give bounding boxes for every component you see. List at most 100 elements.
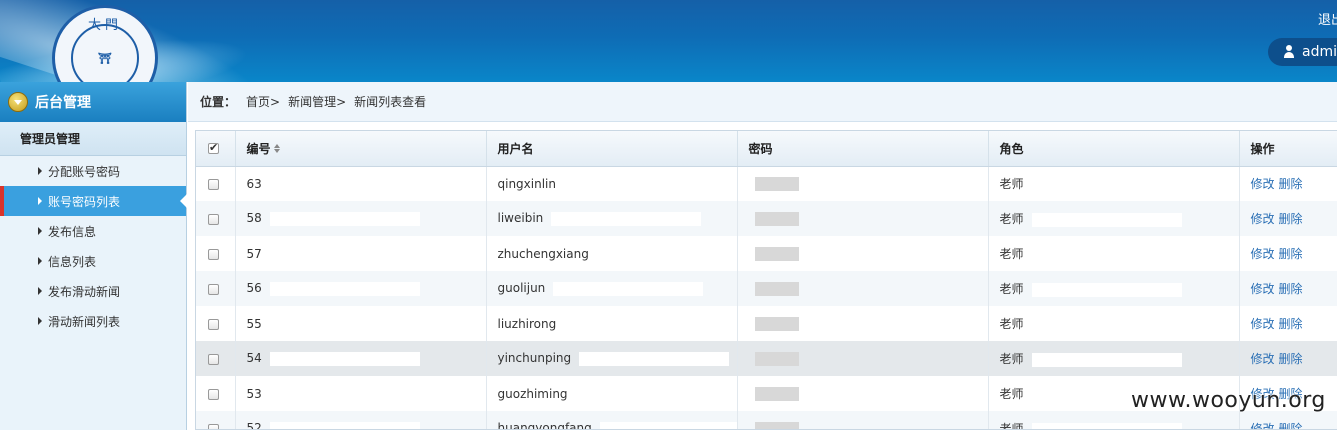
caret-right-icon	[38, 287, 42, 295]
sidebar-header[interactable]: 后台管理	[0, 82, 186, 122]
row-checkbox[interactable]	[208, 423, 219, 429]
row-checkbox[interactable]	[208, 213, 219, 225]
row-checkbox[interactable]	[208, 178, 219, 190]
username-cell: qingxinlin	[486, 166, 738, 201]
username-label: admin	[1302, 44, 1337, 60]
table-row[interactable]: 63 qingxinlin 老师 修改 删除	[196, 166, 1337, 201]
role-cell: 老师	[988, 236, 1240, 271]
id-value: 55	[246, 316, 262, 331]
id-value: 52	[246, 421, 262, 430]
password-cell	[737, 236, 989, 271]
delete-link[interactable]: 删除	[1279, 352, 1303, 366]
sidebar-item[interactable]: 信息列表	[0, 246, 186, 276]
username-cell: liuzhirong	[486, 306, 738, 341]
edit-link[interactable]: 修改	[1251, 352, 1275, 366]
sidebar-group-admin[interactable]: 管理员管理	[0, 122, 186, 156]
table-row[interactable]: 56 guolijun 老师 修改 删除	[196, 271, 1337, 306]
delete-link[interactable]: 删除	[1279, 212, 1303, 226]
password-cell	[737, 166, 989, 201]
actions-cell: 修改 删除	[1239, 411, 1337, 429]
username-cell: yinchunping	[486, 341, 738, 376]
select-all-checkbox[interactable]	[208, 141, 219, 155]
sidebar-item[interactable]: 滑动新闻列表	[0, 306, 186, 336]
breadcrumb-news-admin[interactable]: 新闻管理>	[288, 93, 346, 110]
username-cell: guozhiming	[486, 376, 738, 411]
password-redacted	[754, 351, 799, 366]
delete-link[interactable]: 删除	[1279, 247, 1303, 261]
username-value: liuzhirong	[497, 316, 557, 331]
table-header-row: 编号 用户名 密码 角色 操作	[196, 131, 1337, 167]
id-cell: 58	[235, 201, 487, 236]
row-select-cell	[196, 166, 236, 201]
sidebar-title: 后台管理	[35, 95, 91, 111]
collapse-toggle-icon[interactable]	[8, 92, 28, 112]
username-cell: zhuchengxiang	[486, 236, 738, 271]
redaction-mask	[269, 351, 420, 366]
role-cell: 老师	[988, 271, 1240, 306]
breadcrumb: 位置： 首页> 新闻管理> 新闻列表查看	[188, 82, 1337, 122]
redaction-mask	[599, 421, 736, 429]
table-row[interactable]: 54 yinchunping 老师 修改 删除	[196, 341, 1337, 376]
actions-cell: 修改 删除	[1239, 166, 1337, 201]
username-value: huangyongfang	[497, 421, 592, 430]
row-checkbox[interactable]	[208, 388, 219, 400]
edit-link[interactable]: 修改	[1251, 282, 1275, 296]
row-checkbox[interactable]	[208, 318, 219, 330]
table-row[interactable]: 52 huangyongfang 老师 修改 删除	[196, 411, 1337, 430]
delete-link[interactable]: 删除	[1279, 422, 1303, 429]
row-select-cell	[196, 341, 236, 376]
sidebar-item[interactable]: 发布信息	[0, 216, 186, 246]
user-icon	[1282, 45, 1296, 59]
breadcrumb-current: 新闻列表查看	[354, 95, 427, 109]
table-row[interactable]: 55 liuzhirong 老师 修改 删除	[196, 306, 1337, 341]
actions-cell: 修改 删除	[1239, 341, 1337, 376]
user-menu[interactable]: admin	[1268, 38, 1337, 66]
password-cell	[737, 306, 989, 341]
table-row[interactable]: 57 zhuchengxiang 老师 修改 删除	[196, 236, 1337, 271]
sidebar-item[interactable]: 分配账号密码	[0, 156, 186, 186]
edit-link[interactable]: 修改	[1251, 422, 1275, 429]
sidebar-item[interactable]: 发布滑动新闻	[0, 276, 186, 306]
sidebar-item[interactable]: 账号密码列表	[0, 186, 187, 216]
row-select-cell	[196, 376, 236, 411]
caret-right-icon	[38, 317, 42, 325]
breadcrumb-prefix: 位置：	[200, 95, 237, 109]
role-value: 老师	[999, 422, 1024, 430]
password-cell	[737, 201, 989, 236]
row-checkbox[interactable]	[208, 283, 219, 295]
breadcrumb-home[interactable]: 首页>	[246, 93, 280, 110]
username-value: guozhiming	[497, 386, 568, 401]
id-cell: 52	[235, 411, 487, 430]
edit-link[interactable]: 修改	[1251, 317, 1275, 331]
password-cell	[737, 271, 989, 306]
row-checkbox[interactable]	[208, 248, 219, 260]
redaction-mask	[269, 281, 420, 296]
col-header-id[interactable]: 编号	[235, 131, 487, 167]
edit-link[interactable]: 修改	[1251, 247, 1275, 261]
username-value: yinchunping	[497, 351, 572, 366]
delete-link[interactable]: 删除	[1279, 282, 1303, 296]
edit-link[interactable]: 修改	[1251, 177, 1275, 191]
row-checkbox[interactable]	[208, 353, 219, 365]
role-value: 老师	[999, 282, 1024, 296]
edit-link[interactable]: 修改	[1251, 212, 1275, 226]
actions-cell: 修改 删除	[1239, 236, 1337, 271]
sidebar-item-label: 信息列表	[48, 254, 97, 269]
delete-link[interactable]: 删除	[1279, 317, 1303, 331]
select-all-cell	[196, 131, 236, 167]
role-value: 老师	[999, 317, 1024, 331]
id-value: 58	[246, 211, 262, 226]
sidebar: 后台管理 管理员管理 分配账号密码账号密码列表发布信息信息列表发布滑动新闻 滑动新…	[0, 82, 187, 430]
table-row[interactable]: 58 liweibin 老师 修改 删除	[196, 201, 1337, 236]
actions-cell: 修改 删除	[1239, 306, 1337, 341]
sidebar-item-label: 账号密码列表	[48, 194, 121, 209]
redaction-mask	[1031, 282, 1182, 297]
sort-icon[interactable]	[273, 144, 282, 154]
redaction-mask	[551, 211, 702, 226]
role-cell: 老师	[988, 166, 1240, 201]
delete-link[interactable]: 删除	[1279, 177, 1303, 191]
role-value: 老师	[999, 352, 1024, 366]
actions-cell: 修改 删除	[1239, 271, 1337, 306]
id-cell: 63	[235, 166, 487, 201]
logout-link[interactable]: 退出	[1318, 9, 1337, 28]
